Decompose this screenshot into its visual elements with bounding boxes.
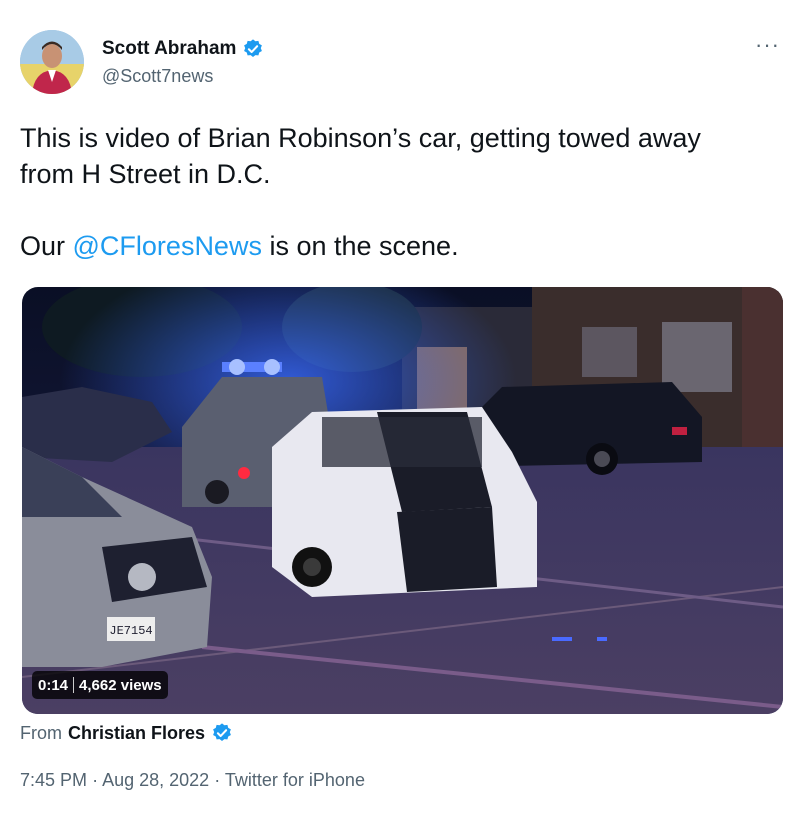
mention-link[interactable]: @CFloresNews <box>73 231 262 261</box>
avatar[interactable] <box>20 30 84 94</box>
verified-badge-icon <box>211 722 233 744</box>
author-name-row[interactable]: Scott Abraham <box>102 38 264 60</box>
verified-badge-icon <box>242 38 264 60</box>
tweet-meta: 7:45 PM · Aug 28, 2022 · Twitter for iPh… <box>20 770 365 791</box>
video-player[interactable]: JE7154 <box>22 287 783 714</box>
video-views: 4,662 views <box>79 676 162 694</box>
tweet-line-2-prefix: Our <box>20 231 73 261</box>
author-name[interactable]: Scott Abraham <box>102 38 236 60</box>
video-source-row: From Christian Flores <box>20 722 233 744</box>
separator-dot: · <box>92 770 99 790</box>
tweet-time[interactable]: 7:45 PM <box>20 770 87 790</box>
tweet-client[interactable]: Twitter for iPhone <box>225 770 365 790</box>
tweet-text: This is video of Brian Robinson’s car, g… <box>20 120 760 264</box>
video-frame: JE7154 <box>22 287 783 714</box>
tweet-line-2-suffix: is on the scene. <box>261 231 459 261</box>
divider <box>73 677 75 693</box>
video-duration: 0:14 <box>38 676 69 694</box>
tweet-line-2: Our @CFloresNews is on the scene. <box>20 228 760 264</box>
license-plate-text: JE7154 <box>109 624 152 638</box>
more-horizontal-icon[interactable]: ··· <box>755 34 780 56</box>
author-handle[interactable]: @Scott7news <box>102 66 213 87</box>
separator-dot: · <box>214 770 221 790</box>
tweet-line-1: This is video of Brian Robinson’s car, g… <box>20 123 701 189</box>
tweet-date[interactable]: Aug 28, 2022 <box>102 770 209 790</box>
from-label: From <box>20 722 62 743</box>
avatar-image <box>20 30 84 94</box>
source-name[interactable]: Christian Flores <box>68 723 205 744</box>
video-stats-badge: 0:14 4,662 views <box>32 671 168 699</box>
